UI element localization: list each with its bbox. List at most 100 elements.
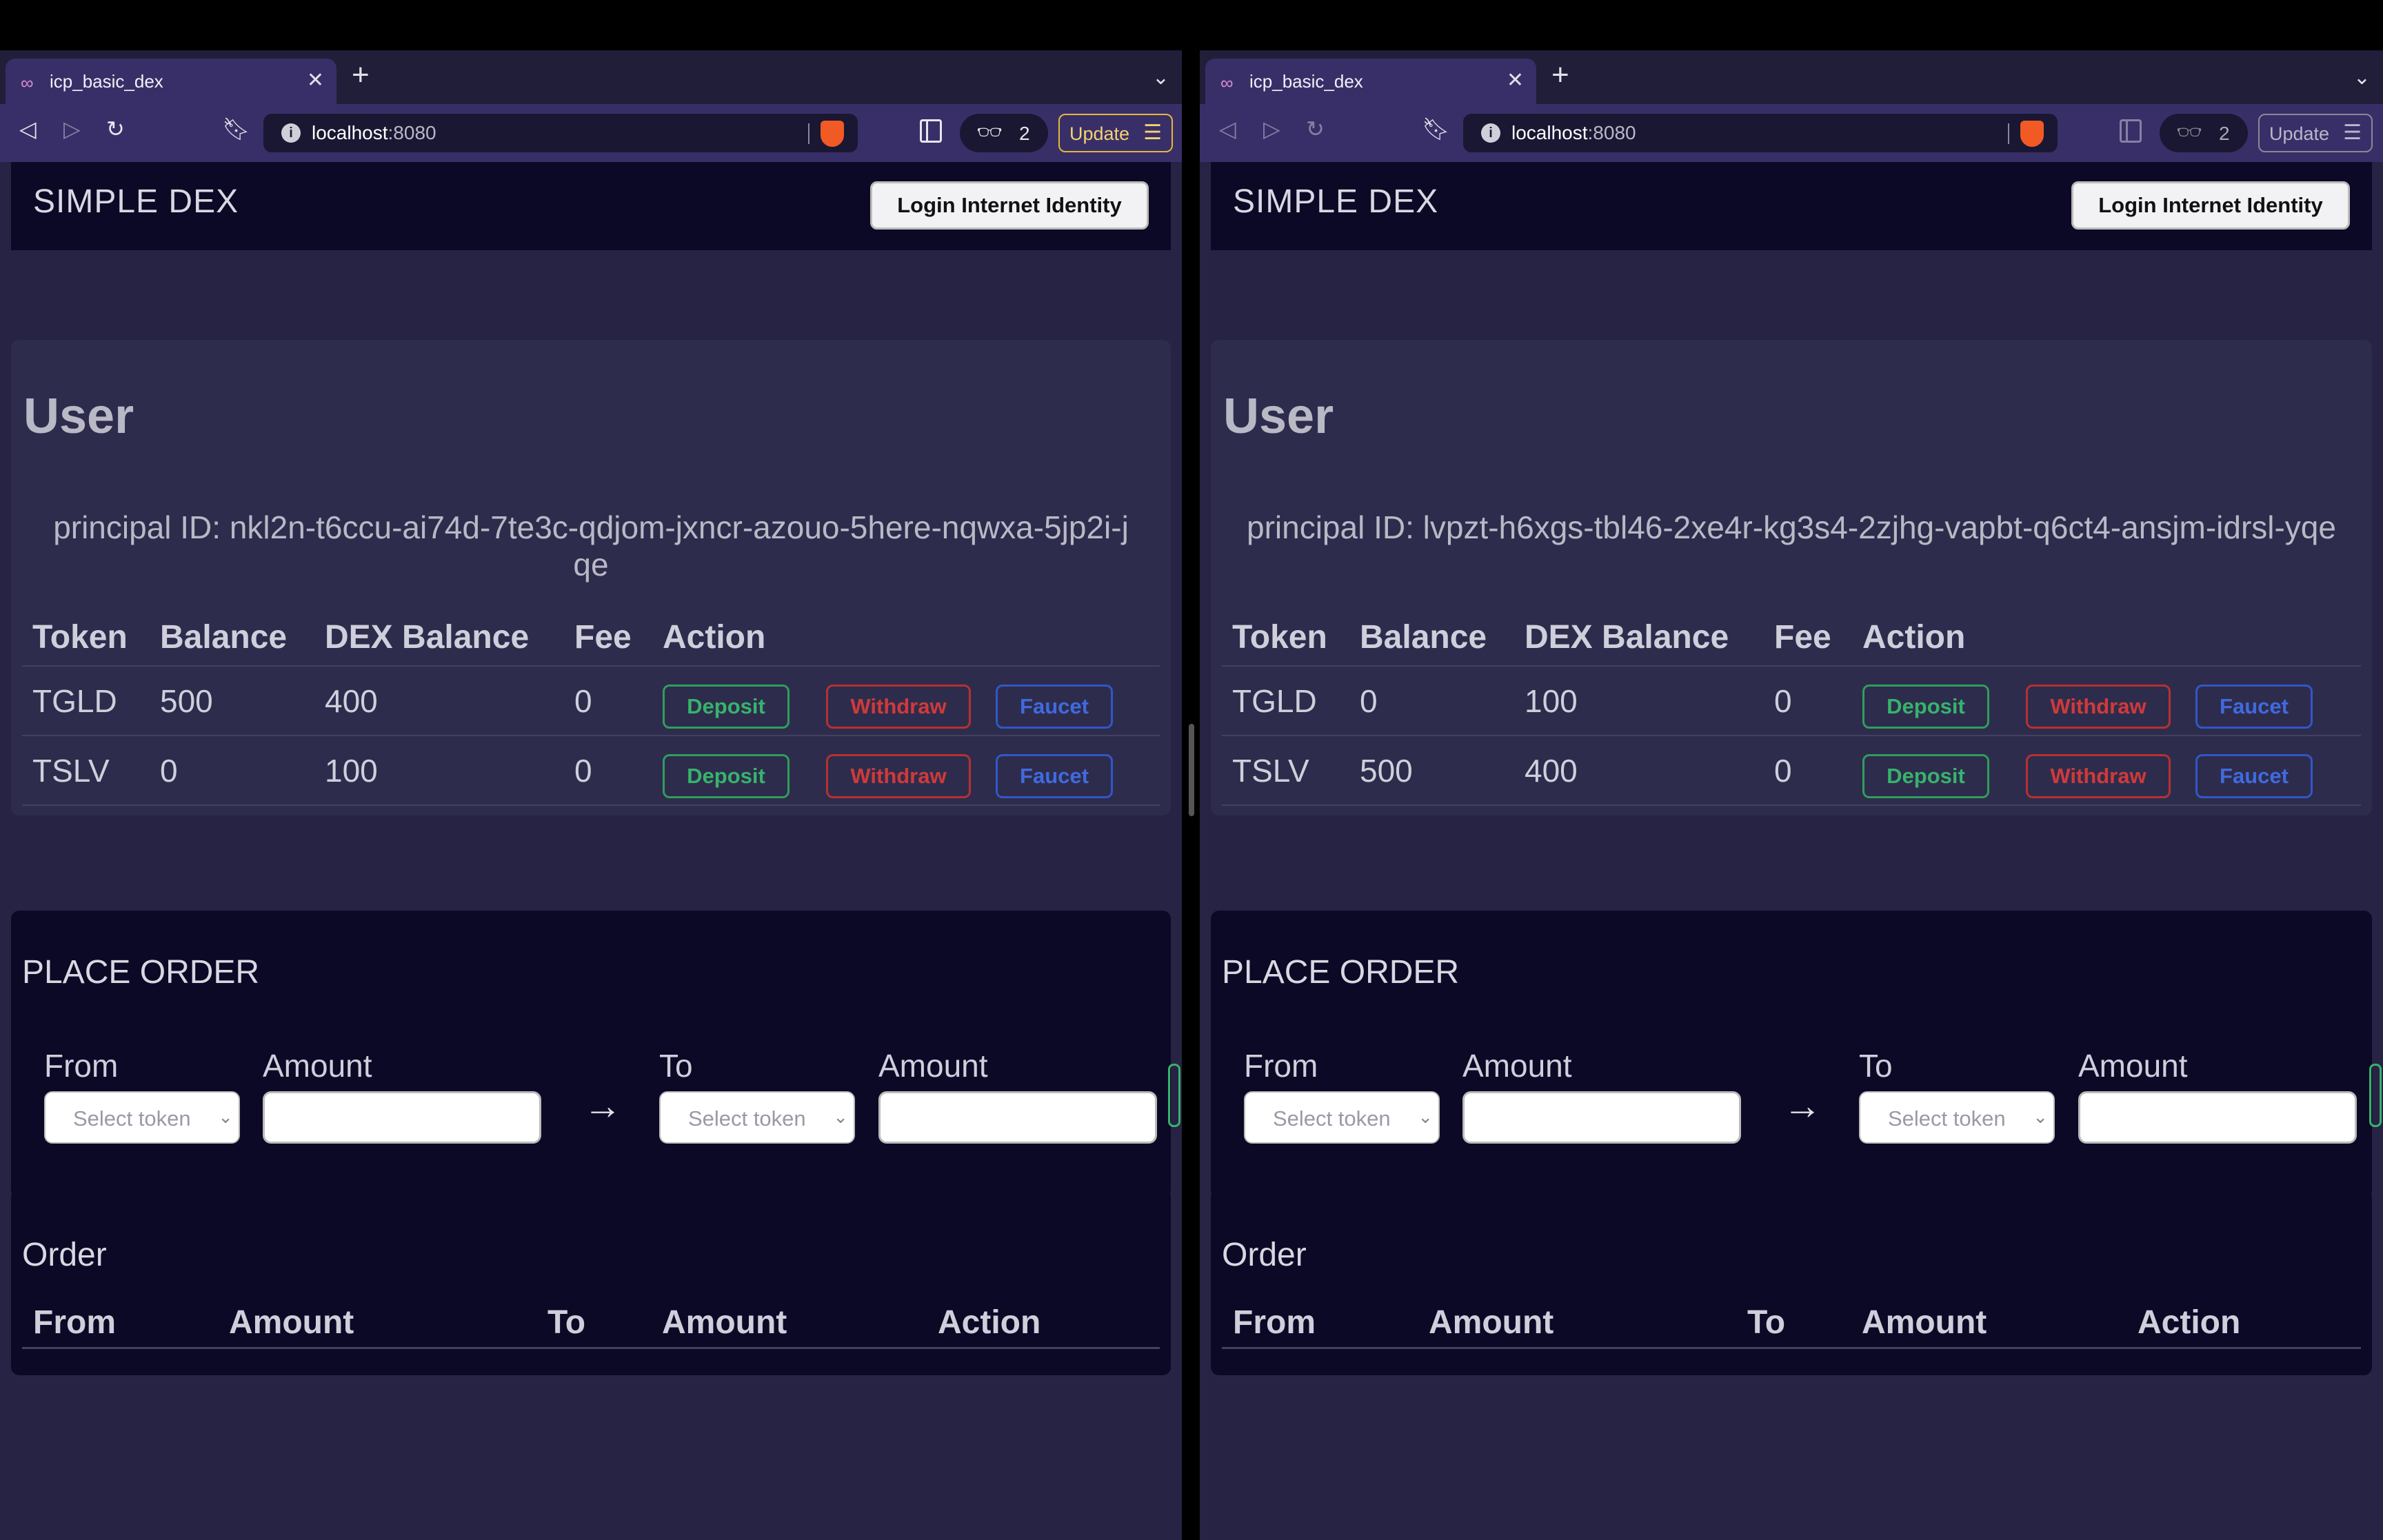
window-divider-handle[interactable] bbox=[1189, 724, 1194, 816]
token-balance: 500 bbox=[1360, 752, 1413, 789]
to-amount-label: Amount bbox=[2078, 1048, 2188, 1084]
tab-active[interactable]: ∞ icp_basic_dex ✕ bbox=[6, 59, 336, 104]
site-info-icon[interactable]: i bbox=[1481, 123, 1500, 143]
new-tab-icon[interactable]: + bbox=[352, 60, 370, 90]
principal-id: principal ID: lvpzt-h6xgs-tbl46-2xe4r-kg… bbox=[1247, 509, 2336, 545]
reload-icon[interactable]: ↻ bbox=[1306, 118, 1325, 140]
faucet-button[interactable]: Faucet bbox=[996, 754, 1113, 798]
private-window-count: 2 bbox=[2219, 123, 2230, 144]
brave-shield-icon[interactable] bbox=[821, 121, 844, 147]
update-button[interactable]: Update ☰ bbox=[1058, 114, 1173, 152]
user-panel: User principal ID: nkl2n-t6ccu-ai74d-7te… bbox=[11, 340, 1171, 815]
brand-title: SIMPLE DEX bbox=[33, 183, 239, 220]
close-tab-icon[interactable]: ✕ bbox=[1507, 68, 1524, 92]
token-fee: 0 bbox=[1774, 752, 1792, 789]
token-name: TGLD bbox=[1232, 682, 1317, 719]
deposit-button[interactable]: Deposit bbox=[1862, 754, 1989, 798]
deposit-button[interactable]: Deposit bbox=[663, 754, 790, 798]
to-token-select[interactable]: Select token ⌄ bbox=[1859, 1091, 2055, 1144]
user-heading: User bbox=[23, 389, 134, 444]
toolbar: ◁ ▷ ↻ 🔖︎ i localhost:8080 👓︎ 2 Update ☰ bbox=[1200, 104, 2383, 162]
from-token-select[interactable]: Select token ⌄ bbox=[1244, 1091, 1440, 1144]
chevron-down-icon[interactable]: ⌄ bbox=[1152, 65, 1169, 90]
table-row: TSLV 500 400 0 Deposit Withdraw Faucet bbox=[1222, 736, 2361, 806]
deposit-button[interactable]: Deposit bbox=[663, 685, 790, 729]
user-panel: User principal ID: lvpzt-h6xgs-tbl46-2xe… bbox=[1211, 340, 2372, 815]
private-window-count: 2 bbox=[1019, 123, 1030, 144]
token-name: TSLV bbox=[32, 752, 110, 789]
update-button[interactable]: Update ☰ bbox=[2258, 114, 2373, 152]
forward-icon[interactable]: ▷ bbox=[1263, 118, 1280, 140]
principal-id: principal ID: nkl2n-t6ccu-ai74d-7te3c-qd… bbox=[53, 509, 1129, 582]
place-order-heading: PLACE ORDER bbox=[22, 954, 260, 991]
update-label: Update bbox=[1069, 123, 1130, 144]
faucet-button[interactable]: Faucet bbox=[996, 685, 1113, 729]
private-window-badge[interactable]: 👓︎ 2 bbox=[2160, 114, 2248, 152]
new-tab-icon[interactable]: + bbox=[1551, 60, 1569, 90]
chevron-down-icon: ⌄ bbox=[218, 1106, 233, 1127]
bookmark-icon[interactable]: 🔖︎ bbox=[222, 118, 250, 140]
withdraw-button[interactable]: Withdraw bbox=[2026, 685, 2171, 729]
address-bar[interactable]: i localhost:8080 bbox=[263, 114, 858, 152]
user-heading: User bbox=[1223, 389, 1334, 444]
deposit-button[interactable]: Deposit bbox=[1862, 685, 1989, 729]
submit-button-partial[interactable] bbox=[2369, 1064, 2382, 1127]
private-window-badge[interactable]: 👓︎ 2 bbox=[960, 114, 1048, 152]
col-dex-balance: DEX Balance bbox=[1525, 618, 1729, 656]
withdraw-button[interactable]: Withdraw bbox=[2026, 754, 2171, 798]
col-token: Token bbox=[32, 618, 128, 656]
brave-shield-icon[interactable] bbox=[2020, 121, 2044, 147]
table-row: TGLD 500 400 0 Deposit Withdraw Faucet bbox=[22, 667, 1160, 736]
col-dex-balance: DEX Balance bbox=[325, 618, 530, 656]
token-name: TSLV bbox=[1232, 752, 1309, 789]
amount-label: Amount bbox=[263, 1048, 372, 1084]
sidebar-toggle-icon[interactable] bbox=[920, 119, 942, 143]
to-amount-input[interactable] bbox=[878, 1091, 1157, 1144]
col-to-amount: Amount bbox=[662, 1304, 787, 1341]
from-amount-input[interactable] bbox=[1462, 1091, 1741, 1144]
orders-panel: Order From Amount To Amount Action bbox=[1211, 1189, 2372, 1375]
chevron-down-icon[interactable]: ⌄ bbox=[2353, 65, 2371, 90]
orders-heading: Order bbox=[22, 1237, 107, 1273]
to-amount-input[interactable] bbox=[2078, 1091, 2357, 1144]
menu-icon: ☰ bbox=[2343, 121, 2362, 144]
to-token-select[interactable]: Select token ⌄ bbox=[659, 1091, 855, 1144]
col-action: Action bbox=[938, 1304, 1041, 1341]
select-placeholder: Select token bbox=[688, 1106, 806, 1131]
login-button[interactable]: Login Internet Identity bbox=[2071, 181, 2350, 230]
withdraw-button[interactable]: Withdraw bbox=[826, 754, 971, 798]
withdraw-button[interactable]: Withdraw bbox=[826, 685, 971, 729]
app-header: SIMPLE DEX Login Internet Identity bbox=[1211, 162, 2372, 250]
browser-window-left: ∞ icp_basic_dex ✕ + ⌄ ◁ ▷ ↻ 🔖︎ i localho… bbox=[0, 50, 1182, 1540]
col-to: To bbox=[547, 1304, 586, 1341]
back-icon[interactable]: ◁ bbox=[1219, 118, 1236, 140]
tab-active[interactable]: ∞ icp_basic_dex ✕ bbox=[1205, 59, 1536, 104]
sidebar-toggle-icon[interactable] bbox=[2120, 119, 2142, 143]
place-order-heading: PLACE ORDER bbox=[1222, 954, 1460, 991]
forward-icon[interactable]: ▷ bbox=[63, 118, 81, 140]
site-info-icon[interactable]: i bbox=[281, 123, 301, 143]
login-button[interactable]: Login Internet Identity bbox=[870, 181, 1149, 230]
orders-table-header: From Amount To Amount Action bbox=[22, 1291, 1160, 1349]
chevron-down-icon: ⌄ bbox=[2033, 1106, 2048, 1127]
token-dex-balance: 100 bbox=[325, 752, 378, 789]
faucet-button[interactable]: Faucet bbox=[2195, 685, 2313, 729]
address-bar[interactable]: i localhost:8080 bbox=[1463, 114, 2058, 152]
submit-button-partial[interactable] bbox=[1168, 1064, 1180, 1127]
bookmark-icon[interactable]: 🔖︎ bbox=[1422, 118, 1450, 140]
col-action: Action bbox=[663, 618, 766, 656]
col-balance: Balance bbox=[160, 618, 288, 656]
arrow-right-icon: → bbox=[1783, 1084, 1822, 1127]
tab-strip: ∞ icp_basic_dex ✕ + ⌄ bbox=[0, 50, 1182, 104]
close-tab-icon[interactable]: ✕ bbox=[307, 68, 324, 92]
from-amount-input[interactable] bbox=[263, 1091, 541, 1144]
faucet-button[interactable]: Faucet bbox=[2195, 754, 2313, 798]
place-order-panel: PLACE ORDER From Amount To Amount Select… bbox=[1211, 911, 2382, 1199]
from-token-select[interactable]: Select token ⌄ bbox=[44, 1091, 240, 1144]
col-fee: Fee bbox=[574, 618, 632, 656]
back-icon[interactable]: ◁ bbox=[19, 118, 37, 140]
reload-icon[interactable]: ↻ bbox=[106, 118, 125, 140]
token-balance: 0 bbox=[160, 752, 178, 789]
col-from: From bbox=[33, 1304, 116, 1341]
select-placeholder: Select token bbox=[1888, 1106, 2006, 1131]
